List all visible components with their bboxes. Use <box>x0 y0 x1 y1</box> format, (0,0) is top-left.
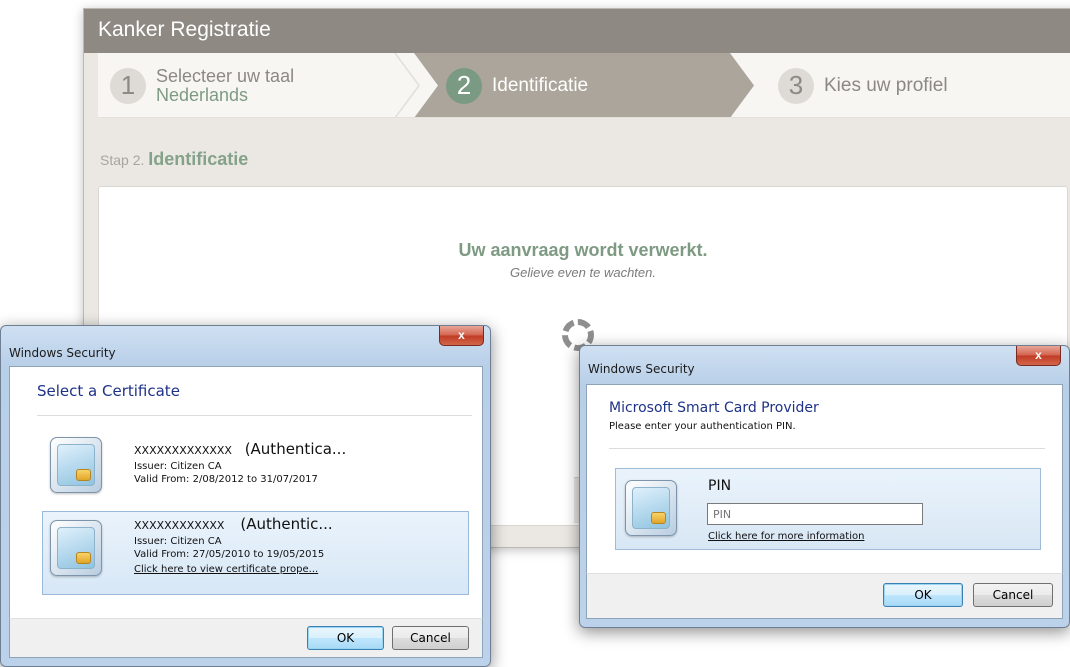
app-title-bar: Kanker Registratie <box>84 9 1070 53</box>
pin-input[interactable] <box>707 503 923 525</box>
select-certificate-dialog: Windows Security x Select a Certificate … <box>0 325 491 667</box>
app-title: Kanker Registratie <box>98 18 271 41</box>
step-heading-prefix: Stap 2. <box>100 152 145 168</box>
smart-card-icon <box>50 437 102 493</box>
cert-issuer: Issuer: Citizen CA <box>134 536 222 547</box>
pin-label: PIN <box>708 478 732 494</box>
dialog-content: Microsoft Smart Card Provider Please ent… <box>586 384 1063 574</box>
more-information-link[interactable]: Click here for more information <box>708 531 864 542</box>
ok-button[interactable]: OK <box>883 583 963 607</box>
dialog-title: Windows Security <box>9 346 116 360</box>
cert-name: XXXXXXXXXXXX <box>134 519 225 532</box>
dialog-heading: Microsoft Smart Card Provider <box>609 400 819 416</box>
ok-button[interactable]: OK <box>307 626 384 650</box>
step-number-1: 1 <box>110 67 146 104</box>
wizard-step-language[interactable]: 1 Selecteer uw taal Nederlands <box>110 53 295 117</box>
step-label-profile: Kies uw profiel <box>824 74 948 96</box>
dialog-footer: OK Cancel <box>586 573 1063 619</box>
step-heading: Stap 2. Identificatie <box>100 149 248 170</box>
pin-entry-tile: PIN Click here for more information <box>615 468 1041 550</box>
cancel-button[interactable]: Cancel <box>973 583 1053 607</box>
step-number-3: 3 <box>778 67 814 104</box>
dialog-footer: OK Cancel <box>9 618 483 658</box>
heading-divider <box>37 415 472 416</box>
dialog-content: Select a Certificate XXXXXXXXXXXXX (Auth… <box>9 366 483 619</box>
cert-purpose: (Authentica... <box>244 440 347 458</box>
step-value-language: Nederlands <box>156 84 249 105</box>
heading-divider <box>609 448 1045 449</box>
smart-card-icon <box>50 520 102 576</box>
view-certificate-properties-link[interactable]: Click here to view certificate prope... <box>134 563 333 576</box>
cancel-button[interactable]: Cancel <box>392 626 469 650</box>
cert-issuer: Issuer: Citizen CA <box>134 461 222 472</box>
cert-name: XXXXXXXXXXXXX <box>134 444 232 457</box>
step-label-language: Selecteer uw taal <box>156 65 295 86</box>
dialog-heading: Select a Certificate <box>37 382 180 400</box>
processing-message: Uw aanvraag wordt verwerkt. <box>458 240 708 260</box>
pin-instruction: Please enter your authentication PIN. <box>609 421 796 432</box>
wizard-steps: 1 Selecteer uw taal Nederlands 2 Identif… <box>98 53 1070 118</box>
certificate-item-selected[interactable]: XXXXXXXXXXXX (Authentic... Issuer: Citiz… <box>42 511 469 595</box>
step-heading-title: Identificatie <box>148 149 249 169</box>
processing-submessage: Gelieve even te wachten. <box>510 265 656 280</box>
wizard-step-identification: 2 Identificatie <box>446 53 589 117</box>
close-button[interactable]: x <box>1016 346 1061 366</box>
smart-card-pin-dialog: Windows Security x Microsoft Smart Card … <box>579 345 1070 628</box>
wizard-step-profile: 3 Kies uw profiel <box>778 53 948 117</box>
smart-card-icon <box>625 480 677 536</box>
cert-valid-dates: Valid From: 2/08/2012 to 31/07/2017 <box>134 474 318 485</box>
close-button[interactable]: x <box>439 326 484 346</box>
step-label-identification: Identificatie <box>492 74 589 96</box>
certificate-item[interactable]: XXXXXXXXXXXXX (Authentica... Issuer: Cit… <box>42 433 472 507</box>
cert-purpose: (Authentic... <box>240 515 333 533</box>
cert-valid-dates: Valid From: 27/05/2010 to 19/05/2015 <box>134 549 325 560</box>
step-number-2: 2 <box>446 67 482 104</box>
dialog-title: Windows Security <box>588 362 695 376</box>
